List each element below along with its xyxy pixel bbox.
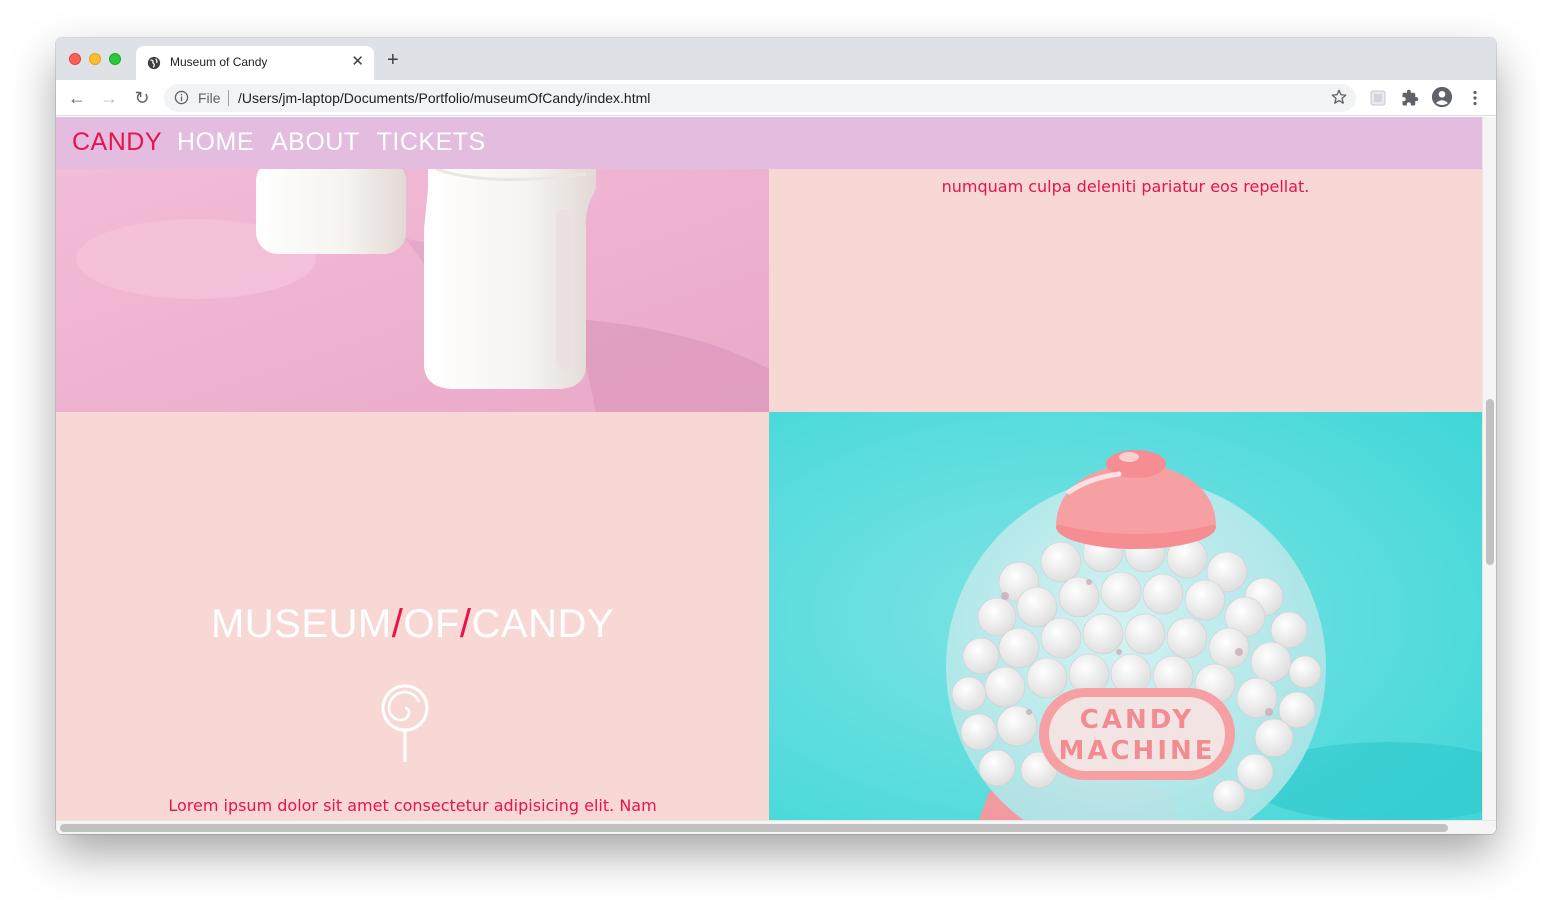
close-window-button[interactable] [69,53,81,65]
nav-home-link[interactable]: HOME [177,128,254,157]
browser-window: Museum of Candy ✕ + ← → ↻ File /Users/jm… [56,38,1496,834]
omnibox-divider [228,90,229,106]
brand-link[interactable]: CANDY [72,128,162,157]
nav-links: HOME ABOUT TICKETS [177,128,486,157]
page-viewport: CANDY HOME ABOUT TICKETS numquam culpa d… [56,117,1482,820]
milk-bottles-illustration [56,169,769,412]
museum-of-candy-title: MUSEUM/OF/CANDY [56,602,769,647]
lollipop-icon [381,684,429,762]
title-word-of: OF [403,602,460,646]
gumball-machine-image: CANDY MACHINE [769,412,1482,820]
reload-button[interactable]: ↻ [131,87,153,109]
title-slash: / [391,602,404,646]
horizontal-scrollbar[interactable] [56,820,1496,834]
minimize-window-button[interactable] [89,53,101,65]
hero-title-panel: MUSEUM/OF/CANDY Lorem ipsum dolor sit am… [56,412,769,820]
site-navbar: CANDY HOME ABOUT TICKETS [56,117,1482,169]
title-slash: / [459,602,472,646]
tab-museum-of-candy[interactable]: Museum of Candy ✕ [136,46,374,80]
forward-button[interactable]: → [98,87,120,109]
gumball-label-candy: CANDY [1080,705,1194,735]
browser-toolbar: ← → ↻ File /Users/jm-laptop/Documents/Po… [56,80,1496,116]
zoom-window-button[interactable] [109,53,121,65]
about-text-panel: numquam culpa deleniti pariatur eos repe… [769,169,1482,412]
info-icon[interactable] [174,90,189,105]
tab-strip: Museum of Candy ✕ + [56,38,1496,80]
puzzle-icon[interactable] [1401,89,1419,107]
star-icon[interactable] [1330,88,1348,106]
tab-title: Museum of Candy [170,55,268,69]
url-scheme-label: File [198,90,221,106]
new-tab-button[interactable]: + [387,50,399,70]
nav-tickets-link[interactable]: TICKETS [377,128,486,157]
nav-about-link[interactable]: ABOUT [271,128,360,157]
url-text[interactable]: /Users/jm-laptop/Documents/Portfolio/mus… [238,90,650,106]
gumball-machine-illustration: CANDY MACHINE [769,412,1482,820]
gumball-label-machine: MACHINE [1058,736,1215,766]
address-bar[interactable]: File /Users/jm-laptop/Documents/Portfoli… [164,84,1356,112]
about-paragraph-tail: numquam culpa deleniti pariatur eos repe… [941,177,1310,196]
profile-icon[interactable] [1431,86,1453,108]
close-tab-icon[interactable]: ✕ [351,54,364,70]
back-button[interactable]: ← [66,87,88,109]
extension-icon[interactable] [1369,89,1387,107]
intro-paragraph: Lorem ipsum dolor sit amet consectetur a… [168,796,657,815]
horizontal-scrollbar-thumb[interactable] [60,824,1448,832]
title-word-museum: MUSEUM [210,602,392,646]
vertical-scrollbar-thumb[interactable] [1486,399,1494,565]
menu-icon[interactable] [1466,89,1484,107]
globe-icon [147,56,161,70]
milk-bottles-image [56,169,769,412]
title-word-candy: CANDY [471,602,615,646]
vertical-scrollbar[interactable] [1482,117,1496,820]
